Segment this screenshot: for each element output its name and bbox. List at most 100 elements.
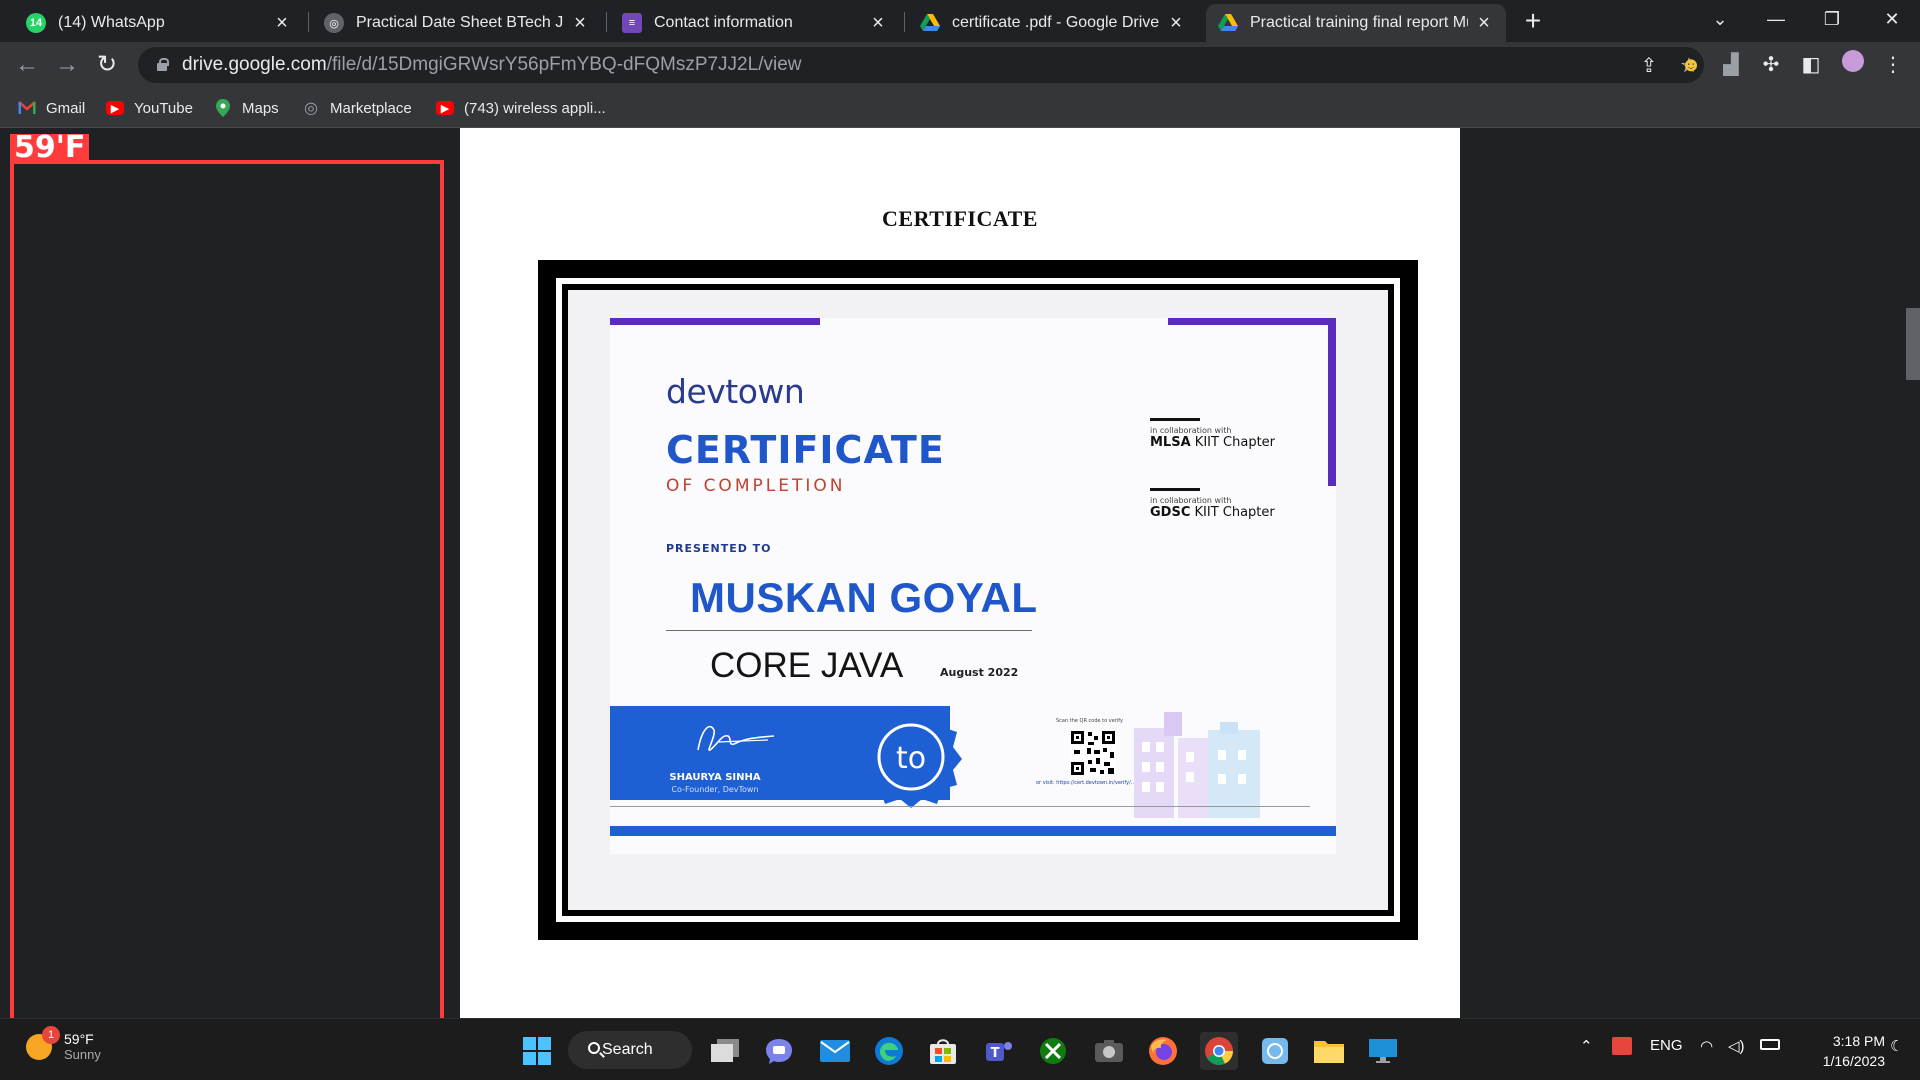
tray-overflow-chevron-icon[interactable]: ⌃ (1580, 1037, 1593, 1055)
close-icon[interactable]: × (1474, 13, 1494, 33)
stats-extension-icon[interactable]: ▟ (1716, 50, 1746, 80)
new-tab-button[interactable]: + (1518, 6, 1548, 36)
camera-icon[interactable] (1090, 1032, 1128, 1070)
xbox-icon[interactable] (1034, 1032, 1072, 1070)
certificate-title: CERTIFICATE (666, 428, 945, 472)
tab-whatsapp[interactable]: 14 (14) WhatsApp × (14, 4, 304, 42)
task-view-icon[interactable] (706, 1032, 744, 1070)
close-icon[interactable]: × (1166, 13, 1186, 33)
side-panel-icon[interactable]: ◧ (1796, 50, 1826, 80)
profile-avatar[interactable] (1838, 50, 1868, 80)
collab-bold: GDSC (1150, 505, 1191, 520)
mail-icon[interactable] (816, 1032, 854, 1070)
footer-rule (610, 806, 1310, 807)
collab-mlsa: in collaboration with MLSA KIIT Chapter (1150, 418, 1275, 450)
certificate-frame: devtown CERTIFICATE OF COMPLETION PRESEN… (538, 260, 1418, 940)
collab-rest: KIIT Chapter (1190, 435, 1276, 450)
qr-code-image (1070, 730, 1116, 776)
bookmark-maps[interactable]: Maps (214, 96, 279, 120)
scrollbar-thumb[interactable] (1906, 308, 1920, 380)
notification-badge: 1 (42, 1025, 60, 1044)
page-heading: CERTIFICATE (882, 206, 1038, 231)
bookmark-wireless-video[interactable]: ▶ (743) wireless appli... (436, 96, 606, 120)
bookmark-youtube[interactable]: ▶ YouTube (106, 96, 193, 120)
maps-icon (214, 99, 232, 117)
photos-icon[interactable] (1256, 1032, 1294, 1070)
globe-icon: ◎ (304, 100, 318, 117)
bookmark-label: Maps (242, 99, 279, 117)
minimize-button[interactable]: — (1750, 0, 1802, 38)
bookmark-marketplace[interactable]: ◎ Marketplace (302, 96, 412, 120)
purple-accent-side (1328, 318, 1336, 486)
chrome-menu-icon[interactable]: ⋮ (1878, 50, 1908, 80)
search-icon (588, 1042, 600, 1054)
certificate-subtitle: OF COMPLETION (666, 476, 846, 496)
tab-practical-date-sheet[interactable]: ◎ Practical Date Sheet BTech Jan 23 × (312, 4, 602, 42)
bookmark-gmail[interactable]: Gmail (18, 96, 85, 120)
clock-date: 1/16/2023 (1822, 1053, 1885, 1069)
file-explorer-icon[interactable] (1310, 1032, 1348, 1070)
temperature-tag: 59'F (10, 133, 90, 163)
devtown-logo: devtown (666, 372, 805, 411)
signature-image (697, 725, 775, 751)
course-date: August 2022 (940, 666, 1019, 679)
window-close-button[interactable]: ✕ (1866, 0, 1918, 38)
bookmark-label: YouTube (134, 99, 193, 117)
youtube-icon: ▶ (436, 101, 454, 115)
whatsapp-badge: 14 (29, 17, 43, 29)
tab-search-chevron-icon[interactable]: ⌄ (1694, 0, 1746, 38)
address-bar[interactable]: drive.google.com/file/d/15DmgiGRWsrY56pF… (138, 47, 1704, 83)
windows-start-icon[interactable] (518, 1032, 556, 1070)
presented-to-label: PRESENTED TO (666, 542, 772, 555)
extensions-puzzle-icon[interactable]: ✣ (1756, 50, 1786, 80)
wifi-icon[interactable]: ◠ (1700, 1037, 1713, 1055)
annotation-box (10, 160, 444, 1062)
reload-button[interactable]: ↻ (92, 50, 122, 80)
back-button[interactable]: ← (12, 50, 42, 80)
store-icon[interactable] (924, 1032, 962, 1070)
tab-certificate-drive[interactable]: certificate .pdf - Google Drive × (908, 4, 1198, 42)
forward-button[interactable]: → (52, 50, 82, 80)
google-drive-icon (1218, 13, 1238, 33)
tab-strip: 14 (14) WhatsApp × ◎ Practical Date Shee… (0, 0, 1920, 42)
purple-accent-left (610, 318, 820, 325)
volume-icon[interactable]: ◁) (1728, 1037, 1745, 1055)
system-clock[interactable]: 3:18 PM 1/16/2023 (1795, 1031, 1885, 1071)
taskbar-search[interactable]: Search (568, 1031, 692, 1069)
chrome-icon[interactable] (1200, 1032, 1238, 1070)
collab-gdsc: in collaboration with GDSC KIIT Chapter (1150, 488, 1275, 520)
firefox-icon[interactable] (1144, 1032, 1182, 1070)
weather-condition: Sunny (64, 1047, 101, 1062)
url-path: /file/d/15DmgiGRWsrY56pFmYBQ-dFQMszP7JJ2… (326, 54, 802, 75)
notification-center-icon[interactable]: ☾ (1890, 1037, 1903, 1055)
buildings-illustration (1134, 712, 1260, 818)
battery-icon[interactable] (1760, 1037, 1780, 1054)
emoji-extension-icon[interactable]: ☻ (1676, 50, 1706, 80)
tab-title: certificate .pdf - Google Drive (952, 14, 1160, 31)
sunny-weather-icon: 1 (26, 1025, 60, 1060)
collab-bar (1150, 418, 1200, 421)
frame-mat: devtown CERTIFICATE OF COMPLETION PRESEN… (556, 278, 1400, 922)
edge-icon[interactable] (870, 1032, 908, 1070)
tray-app-icon[interactable] (1612, 1037, 1632, 1059)
weather-widget[interactable]: 1 59°F Sunny (26, 1025, 101, 1062)
close-icon[interactable]: × (570, 13, 590, 33)
clock-time: 3:18 PM (1832, 1033, 1885, 1049)
close-icon[interactable]: × (868, 13, 888, 33)
restore-button[interactable]: ❐ (1806, 0, 1858, 38)
language-indicator[interactable]: ENG (1650, 1037, 1683, 1054)
lock-icon[interactable] (154, 57, 170, 73)
tab-title: Practical Date Sheet BTech Jan 23 (356, 14, 564, 31)
collab-rest: KIIT Chapter (1190, 505, 1275, 520)
close-icon[interactable]: × (272, 13, 292, 33)
bookmarks-bar: Gmail ▶ YouTube Maps ◎ Marketplace ▶ (74… (0, 88, 1920, 128)
teams-icon[interactable]: T (980, 1032, 1018, 1070)
chat-icon[interactable] (760, 1032, 798, 1070)
bookmark-label: Gmail (46, 99, 86, 117)
share-icon[interactable]: ⇪ (1638, 55, 1660, 77)
tab-separator (904, 12, 905, 32)
tab-contact-information[interactable]: ≡ Contact information × (610, 4, 900, 42)
gmail-icon (18, 99, 36, 117)
tab-practical-training-report[interactable]: Practical training final report Mus × (1206, 4, 1506, 42)
remote-desktop-icon[interactable] (1364, 1032, 1402, 1070)
